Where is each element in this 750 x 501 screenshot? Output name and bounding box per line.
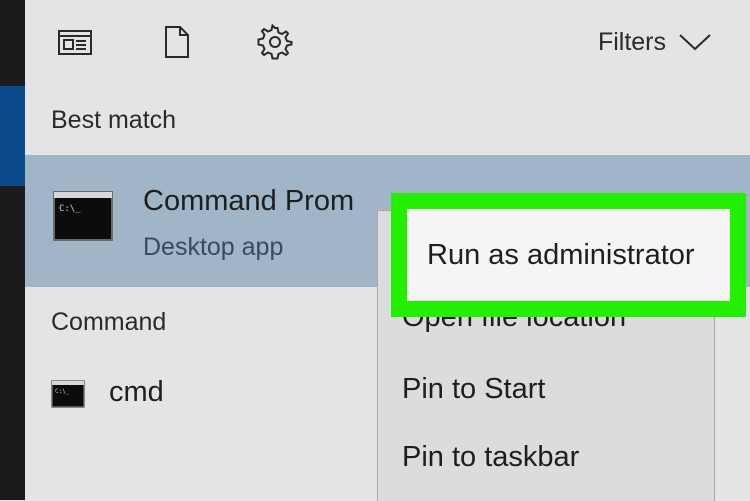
run-as-administrator-label: Run as administrator <box>427 239 695 271</box>
svg-text:C:\_: C:\_ <box>55 388 70 395</box>
highlight-outline: Run as administrator <box>391 193 746 317</box>
search-results-panel: Filters Best match C:\_ Command Prom Des… <box>25 0 750 501</box>
command-result-cmd[interactable]: C:\_ cmd <box>25 358 365 430</box>
context-menu-pin-to-start[interactable]: Pin to Start <box>402 373 545 406</box>
command-prompt-icon: C:\_ <box>53 191 113 246</box>
chevron-down-icon <box>679 34 711 51</box>
best-match-heading: Best match <box>51 106 177 134</box>
best-match-app-title: Command Prom <box>143 185 355 217</box>
search-toolbar: Filters <box>25 0 750 86</box>
taskbar-left-strip <box>0 0 25 500</box>
command-heading: Command <box>51 308 167 336</box>
context-menu-pin-to-taskbar[interactable]: Pin to taskbar <box>402 441 579 474</box>
start-accent-strip <box>0 86 25 186</box>
best-match-app-subtitle: Desktop app <box>143 233 284 261</box>
settings-gear-icon[interactable] <box>257 23 293 60</box>
filters-label: Filters <box>597 27 666 56</box>
svg-text:C:\_: C:\_ <box>59 204 81 214</box>
cmd-label: cmd <box>109 376 164 408</box>
filters-dropdown[interactable]: Filters <box>598 24 712 60</box>
context-menu-run-as-administrator[interactable]: Run as administrator <box>407 209 730 301</box>
documents-icon[interactable] <box>158 24 194 60</box>
apps-icon[interactable] <box>57 24 93 60</box>
cmd-icon: C:\_ <box>51 380 85 413</box>
